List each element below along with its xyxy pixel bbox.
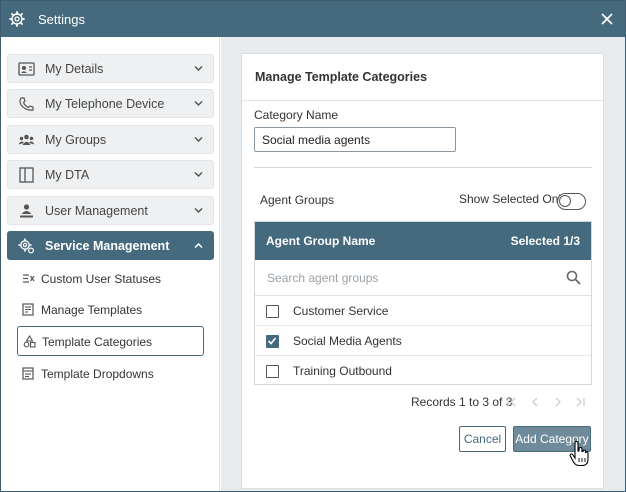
settings-window: Settings My Details My Telephone Device <box>0 0 626 492</box>
sidebar-item-label: Service Management <box>45 239 170 253</box>
chevron-down-icon <box>194 100 203 107</box>
title-bar: Settings <box>1 1 625 37</box>
sidebar-subitem-template-dropdowns[interactable]: Template Dropdowns <box>17 359 204 389</box>
sidebar-item-label: My Groups <box>45 133 107 147</box>
agent-groups-grid: Agent Group Name Selected 1/3 Customer S… <box>254 221 592 385</box>
first-page-icon[interactable] <box>506 396 518 408</box>
row-label: Customer Service <box>293 304 389 318</box>
sidebar-subitem-label: Template Categories <box>42 335 153 349</box>
chevron-down-icon <box>194 65 203 72</box>
sidebar-item-my-groups[interactable]: My Groups <box>7 125 214 154</box>
category-name-label: Category Name <box>254 108 339 122</box>
category-name-input[interactable] <box>254 127 456 152</box>
sidebar-subitem-label: Template Dropdowns <box>41 367 154 381</box>
row-label: Training Outbound <box>293 364 392 378</box>
sidebar-item-my-telephone-device[interactable]: My Telephone Device <box>7 89 214 118</box>
column-header-selected: Selected 1/3 <box>510 234 580 248</box>
records-count: Records 1 to 3 of 3 <box>411 395 513 409</box>
sidebar-item-label: My Telephone Device <box>45 97 165 111</box>
grid-search-row <box>255 260 591 296</box>
last-page-icon[interactable] <box>574 396 586 408</box>
row-checkbox[interactable] <box>266 365 279 378</box>
table-row[interactable]: Customer Service <box>255 296 591 326</box>
agent-groups-label: Agent Groups <box>260 193 335 207</box>
sidebar-item-my-details[interactable]: My Details <box>7 54 214 83</box>
manage-templates-icon <box>22 303 34 316</box>
divider <box>254 167 592 168</box>
sidebar-item-my-dta[interactable]: My DTA <box>7 160 214 189</box>
sidebar-item-label: My DTA <box>45 168 90 182</box>
show-selected-only-toggle[interactable] <box>557 193 586 210</box>
phone-icon <box>19 97 34 111</box>
sidebar-item-label: My Details <box>45 62 104 76</box>
sidebar-item-user-management[interactable]: User Management <box>7 196 214 225</box>
show-selected-only-label: Show Selected Only <box>459 192 568 206</box>
previous-page-icon[interactable] <box>529 396 541 408</box>
agent-group-search-input[interactable] <box>261 266 561 290</box>
chevron-up-icon <box>194 242 203 249</box>
sidebar-item-label: User Management <box>45 204 148 218</box>
sidebar-item-service-management[interactable]: Service Management <box>7 231 214 260</box>
people-group-icon <box>18 134 35 145</box>
settings-gear-icon <box>9 11 25 27</box>
chevron-down-icon <box>194 171 203 178</box>
custom-status-icon <box>23 274 35 283</box>
column-header-agent-group-name[interactable]: Agent Group Name <box>266 234 375 248</box>
service-gear-icon <box>18 238 35 254</box>
hand-pointer-cursor-icon <box>569 441 589 467</box>
template-categories-icon <box>23 335 36 348</box>
window-title: Settings <box>38 12 85 27</box>
panel-title: Manage Template Categories <box>255 70 428 84</box>
template-dropdowns-icon <box>22 367 34 380</box>
grid-header: Agent Group Name Selected 1/3 <box>255 222 591 260</box>
sidebar-subitem-label: Custom User Statuses <box>41 272 162 286</box>
sidebar-subitem-label: Manage Templates <box>41 303 143 317</box>
contact-card-icon <box>18 62 35 76</box>
toggle-knob <box>559 195 571 207</box>
next-page-icon[interactable] <box>552 396 564 408</box>
sidebar-subitem-custom-user-statuses[interactable]: Custom User Statuses <box>17 264 204 294</box>
row-label: Social Media Agents <box>293 334 402 348</box>
chevron-down-icon <box>194 136 203 143</box>
table-row[interactable]: Social Media Agents <box>255 326 591 356</box>
dta-panel-icon <box>19 167 34 183</box>
chevron-down-icon <box>194 207 203 214</box>
cancel-button[interactable]: Cancel <box>459 426 506 452</box>
close-icon[interactable] <box>599 11 615 27</box>
sidebar-subitem-manage-templates[interactable]: Manage Templates <box>17 295 204 325</box>
table-row[interactable]: Training Outbound <box>255 356 591 386</box>
panel-header: Manage Template Categories <box>242 54 603 101</box>
row-checkbox[interactable] <box>266 305 279 318</box>
sidebar-subitem-template-categories[interactable]: Template Categories <box>17 326 204 356</box>
row-checkbox[interactable] <box>266 335 279 348</box>
checkmark-icon <box>267 337 277 345</box>
user-management-icon <box>20 204 33 218</box>
search-icon[interactable] <box>566 270 581 285</box>
